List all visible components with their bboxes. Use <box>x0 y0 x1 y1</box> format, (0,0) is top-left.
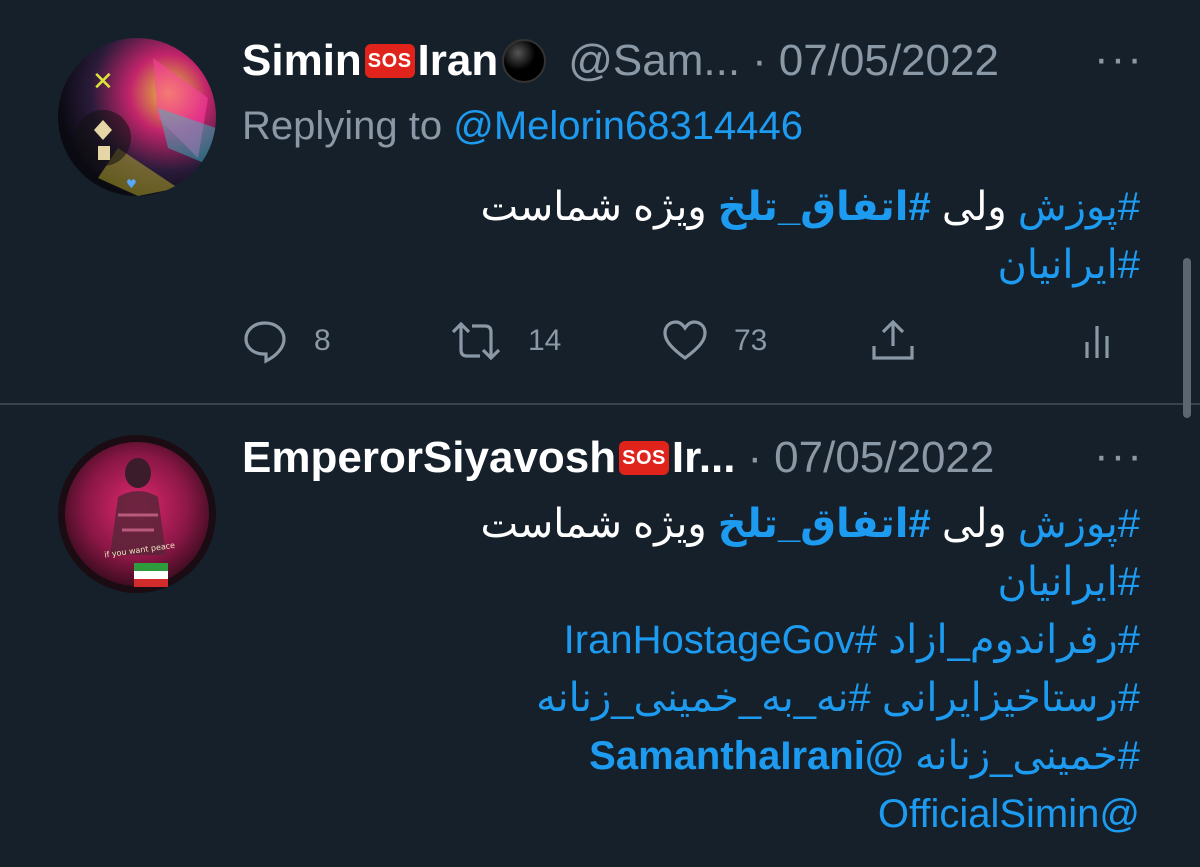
replying-to: Replying to @Melorin68314446 <box>242 104 803 149</box>
scrollbar[interactable] <box>1183 258 1191 418</box>
separator-dot: · <box>747 433 763 482</box>
mention-link[interactable]: @SamanthaIrani <box>589 734 904 778</box>
tweet-text-line: #خمینی_زنانه @SamanthaIrani <box>480 727 1140 785</box>
share-button[interactable] <box>870 318 916 364</box>
text-fragment: ولی <box>930 185 1018 229</box>
tweet-text-line: #پوزش ولی #اتفاق_تلخ ویژه شماست <box>480 495 1140 553</box>
hashtag-link[interactable]: #پوزش <box>1018 185 1140 229</box>
replying-label: Replying to <box>242 104 443 148</box>
hashtag-links[interactable]: #رفراندوم_ازاد #IranHostageGov <box>564 618 1140 662</box>
hashtag-link[interactable]: #ایرانیان <box>998 243 1140 287</box>
reply-icon <box>244 321 286 364</box>
sos-emoji: SOS <box>364 44 415 78</box>
reply-count: 8 <box>314 324 331 357</box>
hashtag-link[interactable]: #اتفاق_تلخ <box>718 502 931 546</box>
tweet-date[interactable]: 07/05/2022 <box>779 36 999 86</box>
text-fragment: ولی <box>930 502 1018 546</box>
display-name[interactable]: EmperorSiyavosh <box>242 433 616 483</box>
svg-text:♥: ♥ <box>126 177 137 191</box>
hashtag-link[interactable]: #خمینی_زنانه <box>915 734 1140 778</box>
tweet-header: Simin SOS Iran @Sam... · 07/05/2022 <box>242 36 999 86</box>
tweet-actions: 8 14 73 <box>242 316 1142 366</box>
avatar[interactable]: ✕ ♥ <box>58 38 216 196</box>
more-options-icon[interactable]: ··· <box>1094 34 1144 84</box>
retweet-button[interactable]: 14 <box>450 318 561 364</box>
tweet-text-line: #رستاخیزایرانی #نه_به_خمینی_زنانه <box>480 669 1140 727</box>
tweet-text-line: #پوزش ولی #اتفاق_تلخ ویژه شماست <box>480 178 1140 236</box>
tweet-date[interactable]: 07/05/2022 <box>774 433 994 483</box>
share-icon <box>872 319 914 360</box>
like-icon <box>663 320 707 360</box>
replying-handle-link[interactable]: @Melorin68314446 <box>453 104 803 148</box>
tweet-text: #پوزش ولی #اتفاق_تلخ ویژه شماست #ایرانیا… <box>480 178 1140 294</box>
separator-dot: · <box>752 36 767 85</box>
hashtag-link[interactable]: #پوزش <box>1018 502 1140 546</box>
black-circle-emoji <box>502 39 547 83</box>
display-name-suffix[interactable]: Ir... <box>672 433 736 483</box>
hashtag-link[interactable]: #اتفاق_تلخ <box>718 185 931 229</box>
analytics-icon <box>1085 326 1109 358</box>
hashtag-links[interactable]: #رستاخیزایرانی #نه_به_خمینی_زنانه <box>536 676 1140 720</box>
text-fragment: ویژه شماست <box>480 185 718 229</box>
analytics-button[interactable] <box>1082 318 1112 364</box>
display-name[interactable]: Simin <box>242 36 362 86</box>
tweet-header: EmperorSiyavosh SOS Ir... · 07/05/2022 <box>242 433 994 483</box>
tweet-text-line: #ایرانیان <box>480 553 1140 611</box>
hashtag-link[interactable]: #ایرانیان <box>998 560 1140 604</box>
like-count: 73 <box>734 324 768 357</box>
retweet-count: 14 <box>528 324 562 357</box>
retweet-icon <box>451 321 501 361</box>
svg-text:✕: ✕ <box>92 67 114 97</box>
display-name-suffix[interactable]: Iran <box>418 36 499 86</box>
sos-emoji: SOS <box>619 441 669 475</box>
avatar-image: ✕ ♥ <box>58 38 216 196</box>
tweet-text: #پوزش ولی #اتفاق_تلخ ویژه شماست #ایرانیا… <box>480 495 1140 843</box>
avatar-image: if you want peace <box>58 435 216 593</box>
reply-button[interactable]: 8 <box>242 318 331 364</box>
text-fragment: ویژه شماست <box>480 502 718 546</box>
like-button[interactable]: 73 <box>662 318 767 364</box>
avatar[interactable]: if you want peace <box>58 435 216 593</box>
more-options-icon[interactable]: ··· <box>1094 431 1144 481</box>
tweet-text-line: #ایرانیان <box>480 236 1140 294</box>
tweet-text-line: @OfficialSimin <box>480 785 1140 843</box>
tweet-text-line: #رفراندوم_ازاد #IranHostageGov <box>480 611 1140 669</box>
tweet[interactable]: ✕ ♥ Simin SOS Iran @Sam... · 07/05/2022 … <box>0 0 1200 403</box>
user-handle[interactable]: @Sam... <box>568 36 740 86</box>
tweet[interactable]: if you want peace EmperorSiyavosh SOS Ir… <box>0 405 1200 867</box>
mention-link[interactable]: @OfficialSimin <box>878 792 1140 836</box>
